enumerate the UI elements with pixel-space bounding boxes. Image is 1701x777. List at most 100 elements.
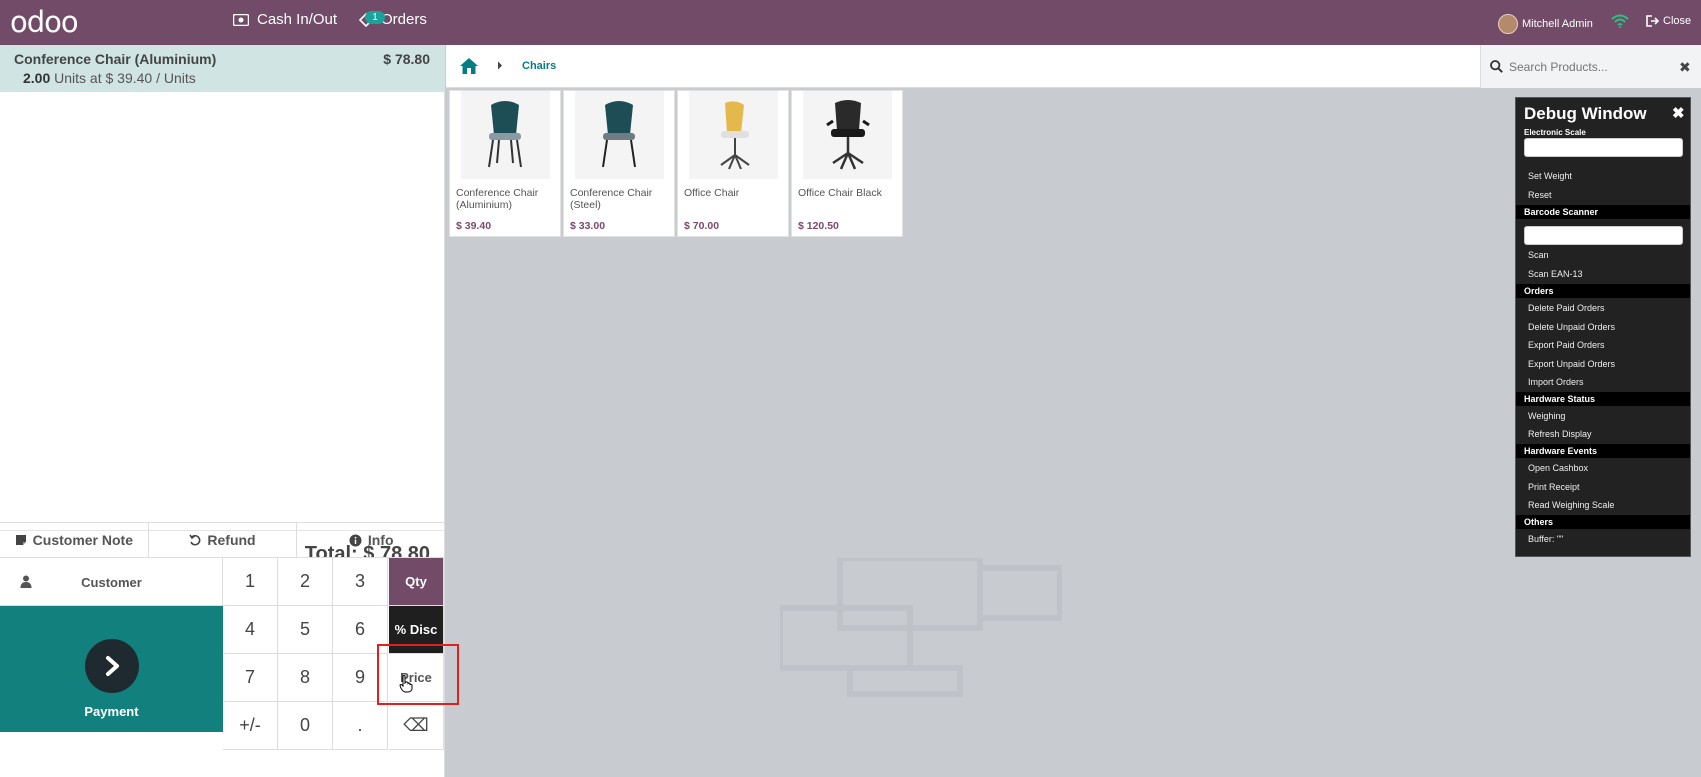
customer-note-label: Customer Note <box>32 532 134 548</box>
info-icon <box>349 534 362 546</box>
key-4[interactable]: 4 <box>223 606 278 654</box>
product-card[interactable]: Office Chair Black $ 120.50 <box>791 90 903 237</box>
money-icon <box>233 13 249 26</box>
user-name: Mitchell Admin <box>1522 18 1593 30</box>
caret-right-icon <box>498 61 502 70</box>
product-name: Office Chair <box>684 187 740 199</box>
delete-paid-orders-button[interactable]: Delete Paid Orders <box>1528 303 1605 313</box>
user-menu[interactable]: Mitchell Admin <box>1498 14 1593 34</box>
orders-label: Orders <box>381 11 427 28</box>
decimal-key[interactable]: . <box>333 702 388 750</box>
order-line-detail: Units at $ 39.40 / Units <box>54 70 196 86</box>
scan-ean13-button[interactable]: Scan EAN-13 <box>1528 269 1583 279</box>
customer-label: Customer <box>81 575 142 590</box>
product-name: Conference Chair (Aluminium) <box>456 187 539 211</box>
customer-note-button[interactable]: Customer Note <box>0 523 149 557</box>
scan-button[interactable]: Scan <box>1528 250 1549 260</box>
breadcrumb-chairs[interactable]: Chairs <box>522 60 556 72</box>
payment-label: Payment <box>84 704 139 719</box>
product-image <box>803 91 892 179</box>
wifi-icon <box>1611 14 1629 28</box>
refresh-display-button[interactable]: Refresh Display <box>1528 429 1592 439</box>
print-receipt-button[interactable]: Print Receipt <box>1528 482 1580 492</box>
sticky-note-icon <box>15 535 26 545</box>
buffer-value: Buffer: "" <box>1528 534 1564 544</box>
odoo-logo: odoo <box>10 5 79 39</box>
product-price: $ 70.00 <box>684 220 720 232</box>
sign-out-icon <box>1646 15 1659 27</box>
hardware-events-heading: Hardware Events <box>1516 444 1690 458</box>
control-buttons: Customer Note Refund Info <box>0 522 445 558</box>
qty-mode-button[interactable]: Qty <box>389 558 444 606</box>
info-label: Info <box>367 532 394 548</box>
debug-title: Debug Window <box>1524 104 1647 123</box>
cash-in-out-button[interactable]: Cash In/Out <box>233 11 337 28</box>
product-image <box>575 91 664 179</box>
key-9[interactable]: 9 <box>333 654 388 702</box>
orders-heading: Orders <box>1516 284 1690 298</box>
refund-label: Refund <box>207 532 256 548</box>
order-line-qty: 2.00 <box>23 70 51 86</box>
product-price: $ 39.40 <box>456 220 492 232</box>
chevron-right-icon <box>106 656 119 676</box>
numpad: 1 2 3 Qty 4 5 6 % Disc 7 8 9 Price +/- 0… <box>223 558 445 750</box>
product-image <box>689 91 778 179</box>
info-button[interactable]: Info <box>297 523 445 557</box>
search-input[interactable] <box>1509 57 1669 77</box>
refund-button[interactable]: Refund <box>149 523 298 557</box>
product-name: Conference Chair (Steel) <box>570 187 653 211</box>
pos-watermark-icon <box>780 558 1062 697</box>
product-card[interactable]: Office Chair $ 70.00 <box>677 90 789 237</box>
key-1[interactable]: 1 <box>223 558 278 606</box>
key-7[interactable]: 7 <box>223 654 278 702</box>
hand-cursor-icon <box>399 675 413 693</box>
product-name: Office Chair Black <box>798 187 882 199</box>
products-topbar: Chairs ✖ <box>446 45 1701 88</box>
backspace-key[interactable]: ⌫ <box>389 702 444 750</box>
plus-minus-key[interactable]: +/- <box>223 702 278 750</box>
close-label: Close <box>1663 15 1692 27</box>
debug-window: Debug Window ✖ Electronic Scale Set Weig… <box>1515 97 1691 557</box>
order-line[interactable]: Conference Chair (Aluminium) $ 78.80 2.0… <box>0 45 445 92</box>
others-heading: Others <box>1516 515 1690 529</box>
payment-button[interactable]: Payment <box>0 606 223 732</box>
product-card[interactable]: Conference Chair (Aluminium) $ 39.40 <box>449 90 561 237</box>
payment-circle <box>85 639 139 693</box>
import-orders-button[interactable]: Import Orders <box>1528 377 1584 387</box>
set-weight-button[interactable]: Set Weight <box>1528 171 1572 181</box>
discount-mode-button[interactable]: % Disc <box>389 606 444 654</box>
product-card[interactable]: Conference Chair (Steel) $ 33.00 <box>563 90 675 237</box>
key-6[interactable]: 6 <box>333 606 388 654</box>
avatar <box>1498 14 1518 34</box>
delete-unpaid-orders-button[interactable]: Delete Unpaid Orders <box>1528 322 1615 332</box>
open-cashbox-button[interactable]: Open Cashbox <box>1528 463 1588 473</box>
export-paid-orders-button[interactable]: Export Paid Orders <box>1528 340 1605 350</box>
order-line-info: 2.00 Units at $ 39.40 / Units <box>23 70 196 86</box>
key-5[interactable]: 5 <box>278 606 333 654</box>
barcode-input[interactable] <box>1524 226 1683 245</box>
home-icon[interactable] <box>459 57 479 75</box>
price-mode-button[interactable]: Price <box>389 654 444 702</box>
reset-button[interactable]: Reset <box>1528 190 1552 200</box>
product-price: $ 33.00 <box>570 220 606 232</box>
clear-search-icon[interactable]: ✖ <box>1679 59 1691 76</box>
barcode-scanner-heading: Barcode Scanner <box>1516 205 1690 219</box>
undo-icon <box>189 534 201 546</box>
navbar: odoo Cash In/Out Orders 1 Mitchell Admin… <box>0 0 1701 45</box>
key-0[interactable]: 0 <box>278 702 333 750</box>
close-button[interactable]: Close <box>1646 15 1691 27</box>
read-weighing-scale-button[interactable]: Read Weighing Scale <box>1528 500 1614 510</box>
product-image <box>461 91 550 179</box>
order-line-product: Conference Chair (Aluminium) <box>14 51 217 67</box>
key-2[interactable]: 2 <box>278 558 333 606</box>
key-8[interactable]: 8 <box>278 654 333 702</box>
weighing-status[interactable]: Weighing <box>1528 411 1565 421</box>
export-unpaid-orders-button[interactable]: Export Unpaid Orders <box>1528 359 1615 369</box>
orders-count-badge: 1 <box>365 11 385 24</box>
cash-in-out-label: Cash In/Out <box>257 11 338 28</box>
product-price: $ 120.50 <box>798 220 839 232</box>
customer-button[interactable]: Customer <box>0 558 223 606</box>
key-3[interactable]: 3 <box>333 558 388 606</box>
debug-close-icon[interactable]: ✖ <box>1672 104 1685 122</box>
weight-input[interactable] <box>1524 138 1683 157</box>
